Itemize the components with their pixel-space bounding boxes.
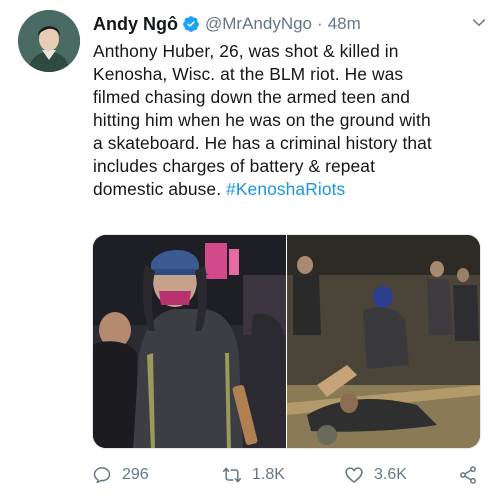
like-button[interactable]: 3.6K (344, 462, 407, 488)
timestamp[interactable]: 48m (328, 14, 361, 34)
reply-icon (93, 467, 111, 484)
tweet-text-line: includes charges of battery & repeat (93, 156, 376, 176)
verified-badge-icon (183, 16, 199, 32)
tweet-header: Andy Ngô @MrAndyNgo · 48m (93, 12, 361, 36)
tweet-text-line: Anthony Huber, 26, was shot & killed in (93, 41, 399, 61)
avatar-image (18, 10, 80, 72)
like-count: 3.6K (374, 466, 407, 483)
handle[interactable]: @MrAndyNgo (205, 14, 312, 34)
hashtag-link[interactable]: #KenoshaRiots (226, 179, 345, 199)
retweet-count: 1.8K (252, 466, 285, 483)
retweet-icon (222, 467, 242, 483)
media-grid (92, 234, 481, 449)
tweet-text-line: filmed chasing down the armed teen and (93, 87, 411, 107)
retweet-button[interactable]: 1.8K (222, 462, 285, 488)
tweet-actions: 296 1.8K 3.6K (92, 462, 487, 488)
heart-icon (345, 467, 363, 483)
reply-count: 296 (122, 466, 149, 483)
media-photo-2[interactable] (287, 235, 480, 448)
tweet-text-line: hitting him when he was on the ground wi… (93, 110, 431, 130)
separator: · (317, 14, 323, 33)
share-button[interactable] (458, 462, 488, 488)
photo-2-image (287, 235, 480, 448)
tweet-text-line-last: domestic abuse. #KenoshaRiots (93, 178, 493, 201)
media-photo-1[interactable] (93, 235, 286, 448)
avatar[interactable] (18, 10, 80, 72)
photo-1-image (93, 235, 286, 448)
tweet-text-line: a skateboard. He has a criminal history … (93, 133, 432, 153)
tweet-text-line: Kenosha, Wisc. at the BLM riot. He was (93, 64, 404, 84)
tweet-text-last: domestic abuse. (93, 179, 227, 199)
reply-button[interactable]: 296 (92, 462, 149, 488)
chevron-down-icon[interactable] (470, 14, 488, 32)
tweet-text: Anthony Huber, 26, was shot & killed in … (93, 40, 493, 201)
share-icon (460, 466, 476, 484)
tweet[interactable]: Andy Ngô @MrAndyNgo · 48m Anthony Huber,… (0, 0, 500, 499)
display-name[interactable]: Andy Ngô (93, 14, 178, 35)
